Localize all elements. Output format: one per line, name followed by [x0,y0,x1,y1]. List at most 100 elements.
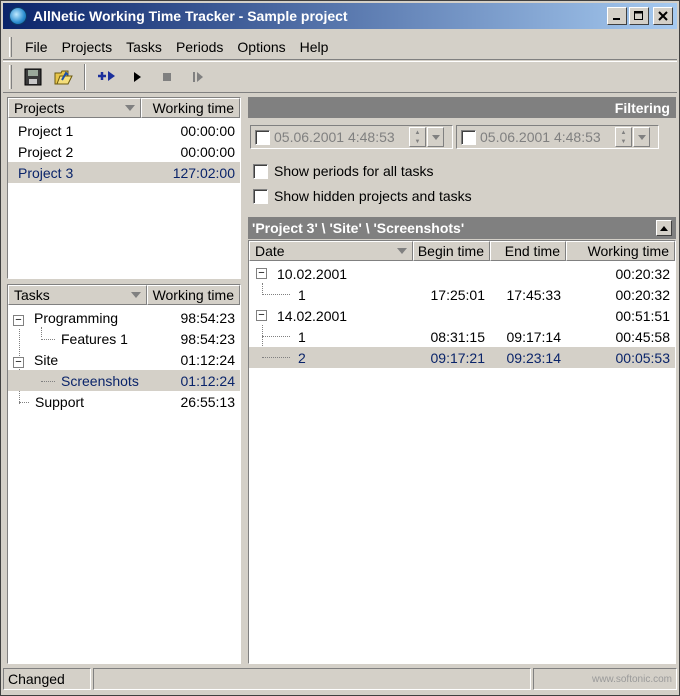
show-all-periods-label: Show periods for all tasks [274,163,434,179]
projects-panel: Projects Working time Project 1 00:00:00… [7,97,241,279]
task-name: Programming [34,309,119,326]
collapse-icon[interactable]: − [13,356,24,368]
save-button[interactable] [18,63,48,91]
periods-header-begin[interactable]: Begin time [413,241,490,261]
task-row[interactable]: Features 1 98:54:23 [8,328,240,349]
spin-up-icon[interactable]: ▲ [410,128,425,137]
period-time: 00:05:53 [615,349,671,366]
title-bar: AllNetic Working Time Tracker - Sample p… [3,3,677,29]
date-from-checkbox[interactable] [255,129,270,145]
add-period-button[interactable] [92,63,122,91]
dropdown-arrow-icon [431,134,440,140]
task-row-selected[interactable]: Screenshots 01:12:24 [8,370,240,391]
maximize-icon [634,11,643,20]
period-begin [413,263,490,284]
project-time: 127:02:00 [172,164,235,181]
collapse-panel-button[interactable] [656,220,672,236]
show-all-periods-option[interactable]: Show periods for all tasks [253,163,434,179]
period-end: 09:17:14 [506,328,562,345]
show-hidden-checkbox[interactable] [253,188,268,204]
maximize-button[interactable] [629,7,649,25]
period-end [490,263,566,284]
sort-desc-icon [397,248,407,254]
date-to-spinner[interactable]: ▲ ▼ [615,127,632,147]
period-date-row[interactable]: −10.02.2001 00:20:32 [249,263,675,284]
task-row[interactable]: − Site 01:12:24 [8,349,240,370]
period-time: 00:51:51 [615,307,671,324]
collapse-icon[interactable]: − [256,268,267,279]
date-to-dropdown[interactable] [633,127,650,147]
project-row[interactable]: Project 1 00:00:00 [8,120,240,141]
toolbar-grip[interactable] [9,65,12,89]
task-name: Site [34,351,59,368]
menu-tasks[interactable]: Tasks [119,39,169,55]
period-begin: 17:25:01 [430,286,486,303]
project-row[interactable]: Project 2 00:00:00 [8,141,240,162]
tasks-header-time[interactable]: Working time [146,285,240,305]
spin-down-icon[interactable]: ▼ [410,137,425,146]
project-time: 00:00:00 [180,122,236,139]
task-row[interactable]: − Programming 98:54:23 [8,307,240,328]
status-bar: Changed www.softonic.com [3,668,677,692]
collapse-icon[interactable]: − [13,314,24,326]
spin-down-icon[interactable]: ▼ [616,137,631,146]
arrow-up-icon [660,225,668,231]
period-index: 2 [298,349,306,366]
period-end [490,305,566,326]
project-name: Project 3 [18,164,74,181]
show-hidden-option[interactable]: Show hidden projects and tasks [253,188,472,204]
task-time: 01:12:24 [180,372,236,389]
period-row[interactable]: 1 08:31:15 09:17:14 00:45:58 [249,326,675,347]
periods-path: 'Project 3' \ 'Site' \ 'Screenshots' [252,220,465,236]
task-row[interactable]: Support 26:55:13 [8,391,240,412]
date-to-checkbox[interactable] [461,129,476,145]
projects-header-label: Projects [14,100,65,116]
play-button[interactable] [122,63,152,91]
period-date: 10.02.2001 [277,265,348,282]
close-button[interactable] [653,7,673,25]
show-all-periods-checkbox[interactable] [253,163,268,179]
periods-header-time[interactable]: Working time [566,241,675,261]
pause-button[interactable] [182,63,212,91]
menu-projects[interactable]: Projects [55,39,120,55]
collapse-icon[interactable]: − [256,310,267,321]
project-row-selected[interactable]: Project 3 127:02:00 [8,162,240,183]
period-index: 1 [298,286,306,303]
date-from-picker[interactable]: 05.06.2001 4:48:53 ▲ ▼ [250,125,453,149]
projects-header-name[interactable]: Projects [8,98,141,118]
project-name: Project 2 [18,143,74,160]
task-name: Support [35,393,85,410]
watermark: www.softonic.com [533,668,677,690]
projects-header-time[interactable]: Working time [141,98,240,118]
menu-grip[interactable] [9,36,12,57]
minimize-icon [613,18,620,20]
app-globe-icon [9,7,27,25]
sort-desc-icon [125,105,135,111]
period-row[interactable]: 1 17:25:01 17:45:33 00:20:32 [249,284,675,305]
periods-panel: Date Begin time End time Working time −1… [248,240,676,664]
menu-file[interactable]: File [18,39,55,55]
periods-header-end[interactable]: End time [490,241,566,261]
periods-header-date[interactable]: Date [249,241,413,261]
date-from-dropdown[interactable] [427,127,444,147]
menu-options[interactable]: Options [230,39,292,55]
date-from-spinner[interactable]: ▲ ▼ [409,127,426,147]
date-from-value: 05.06.2001 4:48:53 [274,129,395,145]
date-to-value: 05.06.2001 4:48:53 [480,129,601,145]
date-to-picker[interactable]: 05.06.2001 4:48:53 ▲ ▼ [456,125,659,149]
spin-up-icon[interactable]: ▲ [616,128,631,137]
tasks-header-name[interactable]: Tasks [8,285,147,305]
period-date-row[interactable]: −14.02.2001 00:51:51 [249,305,675,326]
stop-button[interactable] [152,63,182,91]
periods-header-date-label: Date [255,243,285,259]
open-button[interactable] [48,63,78,91]
task-time: 98:54:23 [180,309,236,326]
period-row-selected[interactable]: 2 09:17:21 09:23:14 00:05:53 [249,347,675,368]
minimize-button[interactable] [607,7,627,25]
play-icon [134,72,141,82]
menu-periods[interactable]: Periods [169,39,230,55]
tasks-header-label: Tasks [14,287,50,303]
task-time: 26:55:13 [180,393,236,410]
menu-help[interactable]: Help [293,39,336,55]
open-icon [54,70,73,85]
